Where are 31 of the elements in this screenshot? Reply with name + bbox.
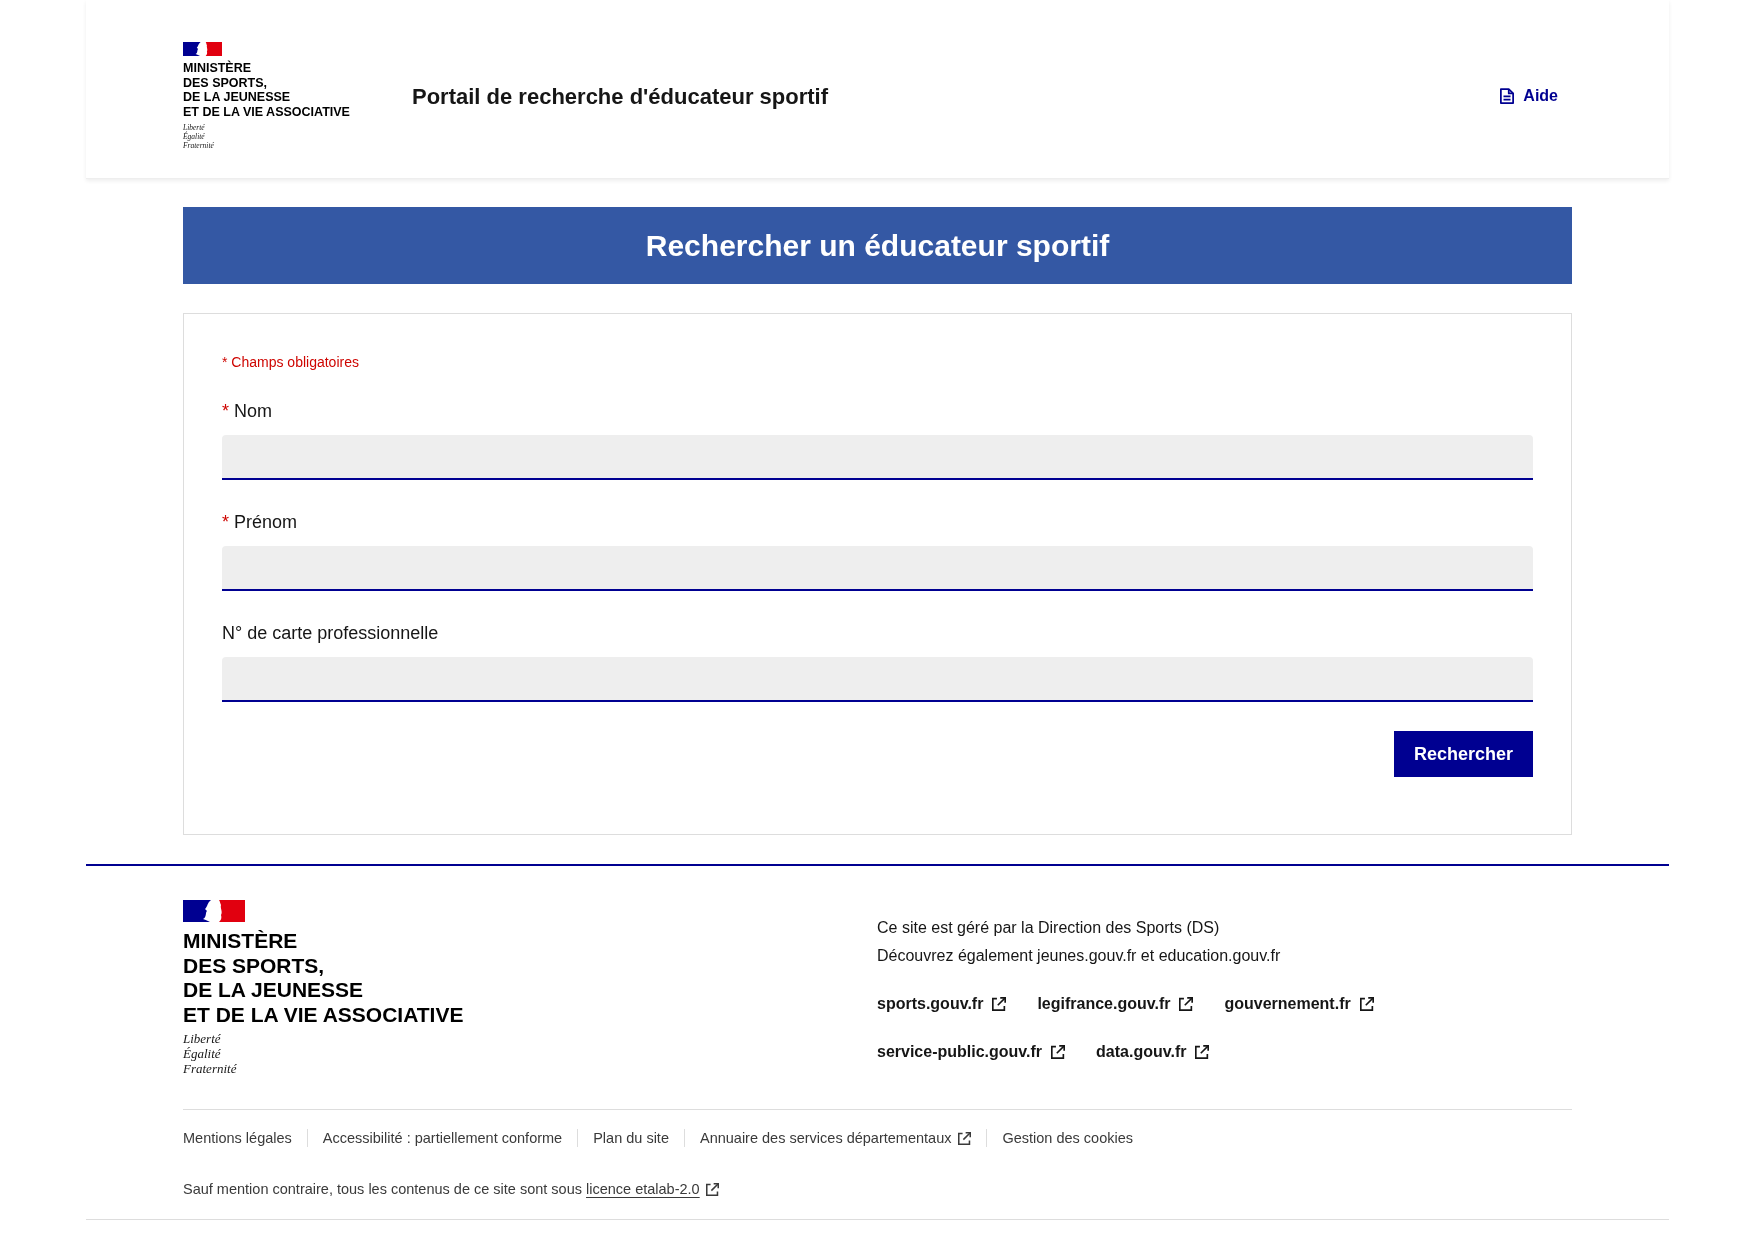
footer-link[interactable]: sports.gouv.fr — [877, 992, 1007, 1016]
footer-description: Ce site est géré par la Direction des Sports (DS) — [877, 918, 1220, 938]
flag-logo-icon — [183, 42, 222, 56]
banner-title: Rechercher un éducateur sportif — [645, 228, 1110, 264]
footer-link[interactable]: data.gouv.fr — [1096, 1040, 1210, 1064]
footer-link[interactable]: legifrance.gouv.fr — [1037, 992, 1194, 1016]
text-input[interactable] — [222, 657, 1533, 702]
license-link[interactable]: licence etalab-2.0 — [586, 1177, 719, 1201]
footer-description: Découvrez également jeunes.gouv.fr et education.gouv.fr — [877, 946, 1281, 966]
footer-bottom-link[interactable]: Plan du site — [593, 1126, 669, 1150]
footer-link[interactable]: service-public.gouv.fr — [877, 1040, 1066, 1064]
field-label: * Prénom — [222, 511, 298, 534]
footer-bottom-link[interactable]: Mentions légales — [183, 1126, 292, 1150]
ministry-name: MINISTÈRE DES SPORTS, DE LA JEUNESSE ET DE LA VIE ASSOCIATIVE — [183, 61, 350, 119]
document-icon — [1500, 88, 1515, 104]
text-input[interactable] — [222, 435, 1533, 480]
text-input[interactable] — [222, 546, 1533, 591]
site-title: Portail de recherche d'éducateur sportif — [412, 82, 828, 111]
ministry-name: MINISTÈRE DES SPORTS, DE LA JEUNESSE ET DE LA VIE ASSOCIATIVE — [183, 929, 464, 1027]
help-link[interactable]: Aide — [1500, 84, 1558, 108]
required-note: * Champs obligatoires — [222, 353, 359, 372]
motto-text: Liberté Égalité Fraternité — [183, 1031, 237, 1076]
field-label: N° de carte professionnelle — [222, 622, 439, 645]
license-text: Sauf mention contraire, tous les contenus de ce site sont sous licence etalab-2.0 — [183, 1177, 719, 1201]
footer-bottom-link[interactable]: Gestion des cookies — [1002, 1126, 1134, 1150]
footer-link[interactable]: gouvernement.fr — [1224, 992, 1374, 1016]
footer-bottom-link[interactable]: Annuaire des services départementaux — [699, 1126, 972, 1150]
search-button[interactable]: Rechercher — [1393, 731, 1533, 777]
footer-bottom-link[interactable]: Accessibilité : partiellement conforme — [322, 1126, 563, 1150]
flag-logo-icon — [183, 900, 245, 922]
field-label: * Nom — [222, 400, 273, 423]
